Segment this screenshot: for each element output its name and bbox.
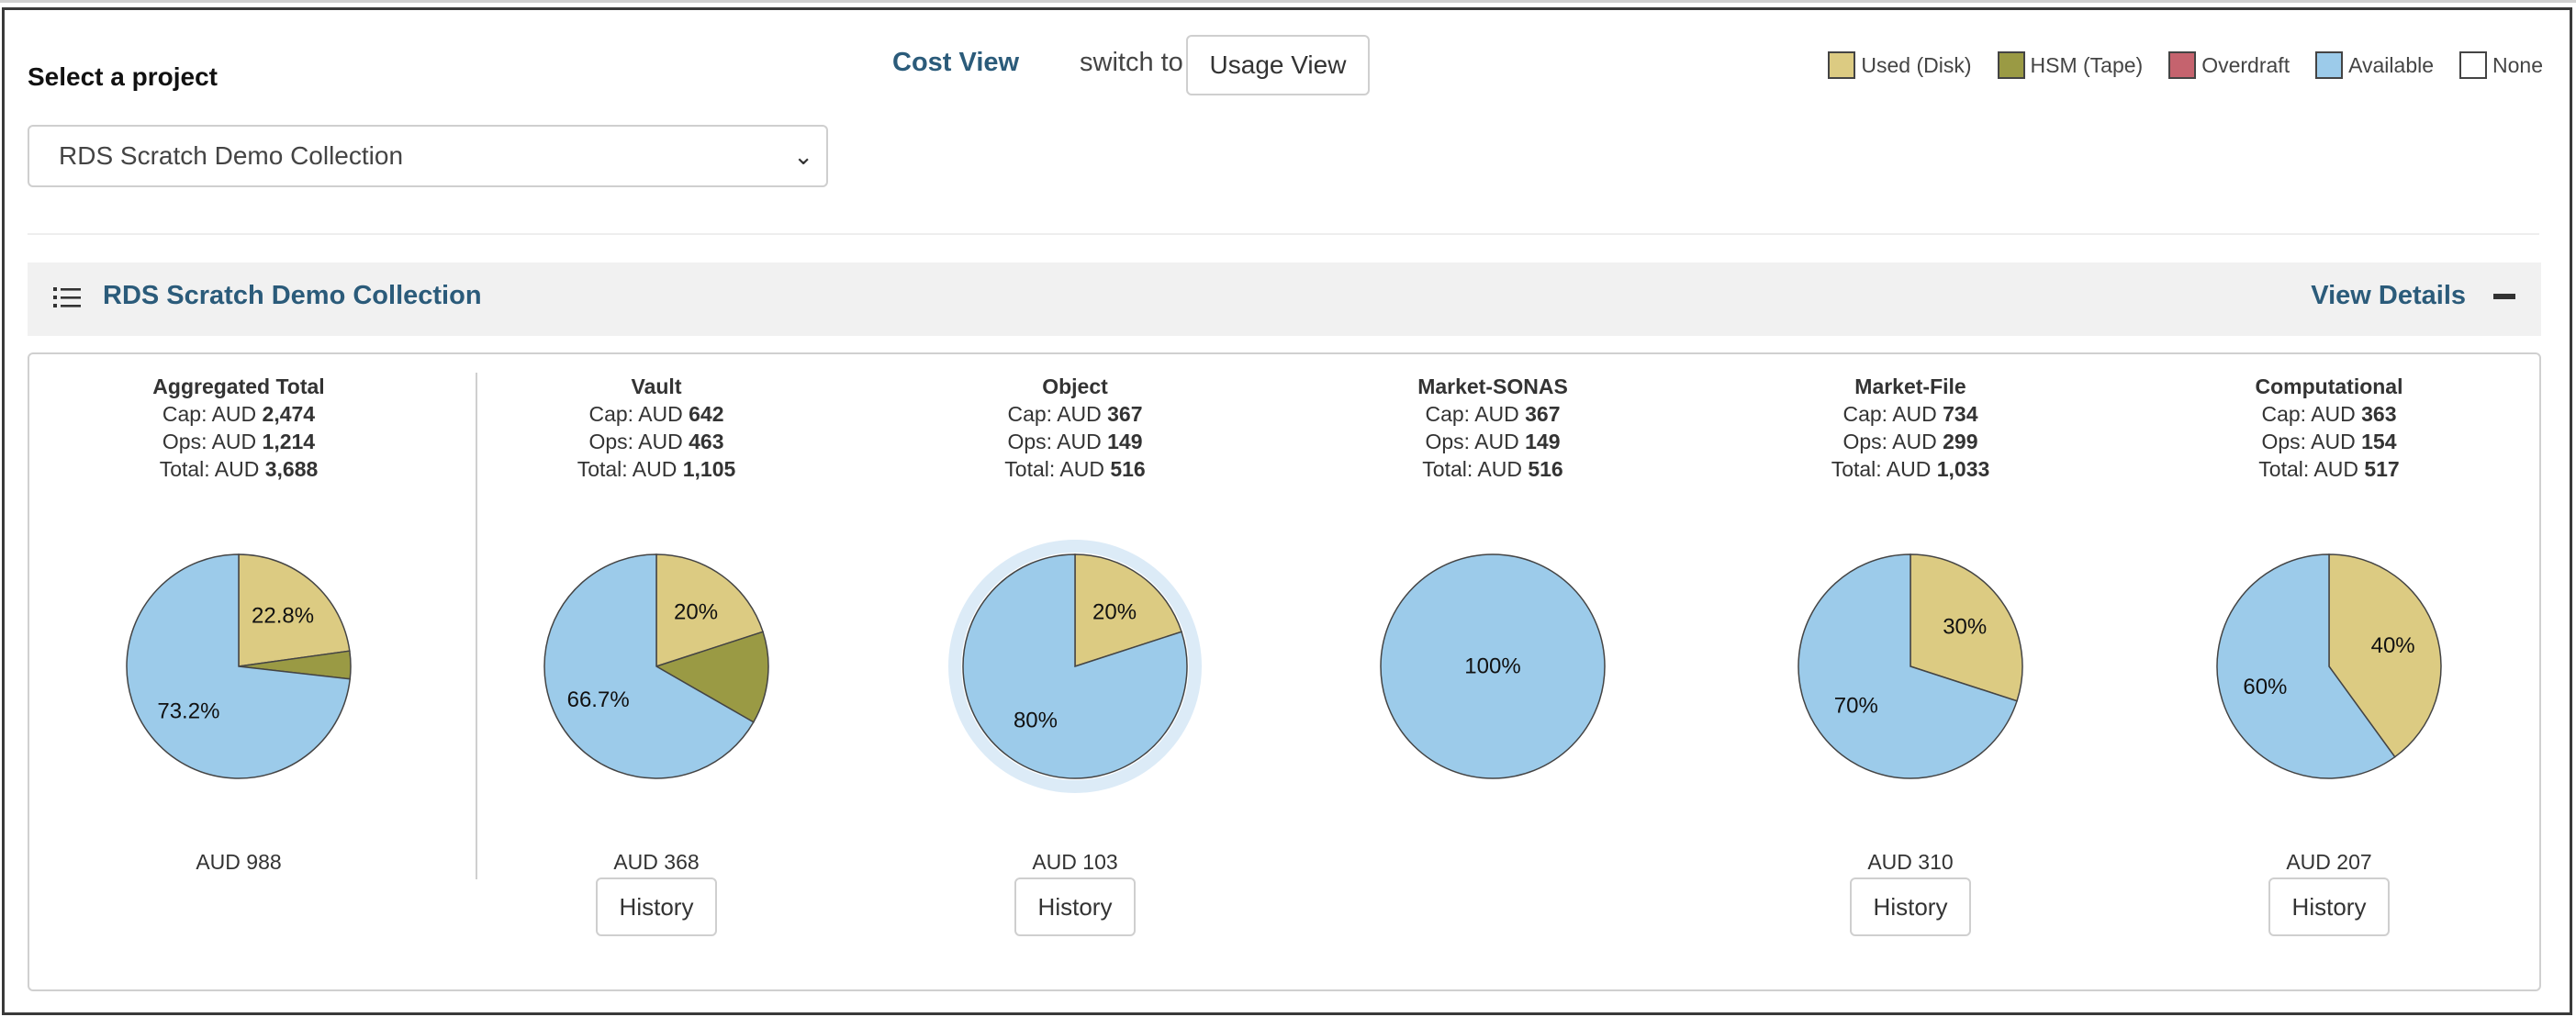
legend-item-hsm-tape: HSM (Tape): [1997, 51, 2144, 79]
legend-label: Overdraft: [2201, 52, 2290, 77]
card-title: Market-SONAS: [1417, 374, 1568, 398]
legend-label: Available: [2348, 52, 2435, 77]
card-total: Total: AUD 1,105: [577, 457, 736, 481]
card-aggregated-total: Aggregated Total Cap: AUD 2,474 Ops: AUD…: [46, 373, 431, 483]
card-total: Total: AUD 1,033: [1831, 457, 1990, 481]
pie-slice-label: 30%: [1943, 614, 1987, 639]
pie-slice-label: 80%: [1014, 709, 1058, 733]
card-market-file: Market-File Cap: AUD 734 Ops: AUD 299 To…: [1718, 373, 2103, 483]
divider-line: [28, 233, 2539, 235]
available-amount: AUD 207: [2286, 850, 2372, 874]
card-ops: Ops: AUD 154: [2261, 430, 2397, 453]
pie-slice-label: 66.7%: [567, 687, 630, 712]
card-computational: Computational Cap: AUD 363 Ops: AUD 154 …: [2136, 373, 2522, 483]
legend-label: None: [2492, 52, 2543, 77]
selected-project-value: RDS Scratch Demo Collection: [59, 141, 404, 170]
select-project-label: Select a project: [28, 62, 218, 91]
card-total: Total: AUD 516: [1422, 457, 1563, 481]
card-title: Computational: [2255, 374, 2403, 398]
card-market-sonas: Market-SONAS Cap: AUD 367 Ops: AUD 149 T…: [1300, 373, 1686, 483]
card-title: Market-File: [1854, 374, 1966, 398]
list-icon: [53, 287, 81, 307]
card-cap: Cap: AUD 642: [588, 402, 724, 426]
pie-slice-label: 60%: [2243, 675, 2287, 699]
available-amount: AUD 103: [1032, 850, 1118, 874]
history-button-object[interactable]: History: [1014, 877, 1136, 936]
pie-slice-label: 40%: [2371, 633, 2415, 658]
pie-slice-label: 70%: [1834, 694, 1878, 719]
chevron-down-icon: ⌄: [793, 142, 813, 170]
pie-slice-label: 20%: [1092, 599, 1137, 624]
available-amount: AUD 988: [196, 850, 282, 874]
pie-chart-aggregated-total[interactable]: 22.8% 73.2%: [101, 529, 376, 804]
legend-swatch: [1997, 51, 2025, 79]
card-title: Object: [1042, 374, 1108, 398]
card-object: Object Cap: AUD 367 Ops: AUD 149 Total: …: [882, 373, 1268, 483]
history-button-vault[interactable]: History: [596, 877, 717, 936]
card-cap: Cap: AUD 367: [1425, 402, 1561, 426]
pie-chart-market-sonas[interactable]: 100%: [1355, 529, 1630, 804]
card-ops: Ops: AUD 149: [1425, 430, 1561, 453]
available-amount: AUD 310: [1867, 850, 1954, 874]
card-total: Total: AUD 517: [2258, 457, 2400, 481]
pie-chart-vault[interactable]: 20% 66.7%: [519, 529, 794, 804]
pie-slice-label: 22.8%: [252, 603, 314, 628]
card-cap: Cap: AUD 2,474: [162, 402, 316, 426]
switch-to-label: switch to: [1080, 48, 1183, 77]
legend-item-used-disk: Used (Disk): [1828, 51, 1972, 79]
pie-slice-label: 20%: [674, 599, 718, 624]
usage-view-button[interactable]: Usage View: [1186, 35, 1370, 95]
panel-title: RDS Scratch Demo Collection: [103, 281, 482, 310]
card-total: Total: AUD 516: [1004, 457, 1146, 481]
card-cap: Cap: AUD 363: [2261, 402, 2397, 426]
legend-item-available: Available: [2315, 51, 2434, 79]
card-total: Total: AUD 3,688: [159, 457, 319, 481]
card-ops: Ops: AUD 463: [588, 430, 724, 453]
project-select[interactable]: RDS Scratch Demo Collection ⌄: [28, 125, 828, 187]
pie-chart-market-file[interactable]: 30% 70%: [1773, 529, 2048, 804]
view-details-link[interactable]: View Details: [2311, 281, 2466, 311]
pie-slice-label: 73.2%: [157, 698, 219, 723]
legend-swatch: [2459, 51, 2488, 79]
card-ops: Ops: AUD 1,214: [162, 430, 316, 453]
card-ops: Ops: AUD 149: [1007, 430, 1143, 453]
available-amount: AUD 368: [613, 850, 700, 874]
history-button-computational[interactable]: History: [2268, 877, 2390, 936]
card-title: Aggregated Total: [152, 374, 325, 398]
top-border: [0, 0, 2576, 3]
pie-chart-object[interactable]: 20% 80%: [937, 529, 1213, 804]
cost-view-title: Cost View: [892, 48, 1020, 77]
card-ops: Ops: AUD 299: [1842, 430, 1978, 453]
legend-swatch: [2168, 51, 2197, 79]
pie-slice-label: 100%: [1464, 654, 1520, 679]
legend-swatch: [1828, 51, 1856, 79]
card-cap: Cap: AUD 734: [1842, 402, 1978, 426]
card-title: Vault: [631, 374, 682, 398]
legend-label: HSM (Tape): [2030, 52, 2144, 77]
legend-item-overdraft: Overdraft: [2168, 51, 2290, 79]
pie-chart-computational[interactable]: 40% 60%: [2191, 529, 2467, 804]
legend-swatch: [2315, 51, 2344, 79]
legend: Used (Disk) HSM (Tape) Overdraft Availab…: [1802, 51, 2543, 79]
history-button-market-file[interactable]: History: [1850, 877, 1971, 936]
card-vault: Vault Cap: AUD 642 Ops: AUD 463 Total: A…: [464, 373, 849, 483]
legend-label: Used (Disk): [1861, 52, 1972, 77]
collapse-minus-icon[interactable]: [2493, 294, 2515, 299]
legend-item-none: None: [2459, 51, 2543, 79]
card-cap: Cap: AUD 367: [1007, 402, 1143, 426]
